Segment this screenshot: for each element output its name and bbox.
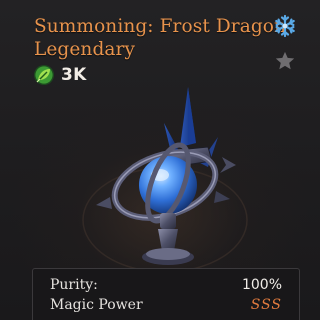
stat-value-purity: 100%	[241, 277, 282, 293]
item-title: Summoning: Frost Dragon Legendary	[34, 15, 287, 61]
item-value: 3K	[33, 63, 87, 87]
stat-row-magic-power: Magic Power SSS	[50, 295, 282, 315]
stats-panel: Purity: 100% Magic Power SSS	[32, 268, 300, 320]
favorite-star-icon[interactable]	[274, 50, 296, 72]
item-card: Summoning: Frost Dragon Legendary 3K Pur…	[0, 0, 320, 320]
item-value-text: 3K	[61, 65, 87, 85]
item-rarity: Legendary	[34, 39, 136, 60]
stat-label-purity: Purity:	[50, 277, 98, 293]
stat-row-purity: Purity: 100%	[50, 275, 282, 295]
green-leaf-coin-icon	[34, 65, 54, 85]
item-title-line1: Summoning: Frost Dragon	[34, 16, 287, 37]
snowflake-icon	[275, 14, 295, 38]
stat-label-magic-power: Magic Power	[50, 297, 143, 313]
stat-value-magic-power: SSS	[250, 297, 282, 313]
frost-orb-scepter-image	[82, 87, 248, 270]
